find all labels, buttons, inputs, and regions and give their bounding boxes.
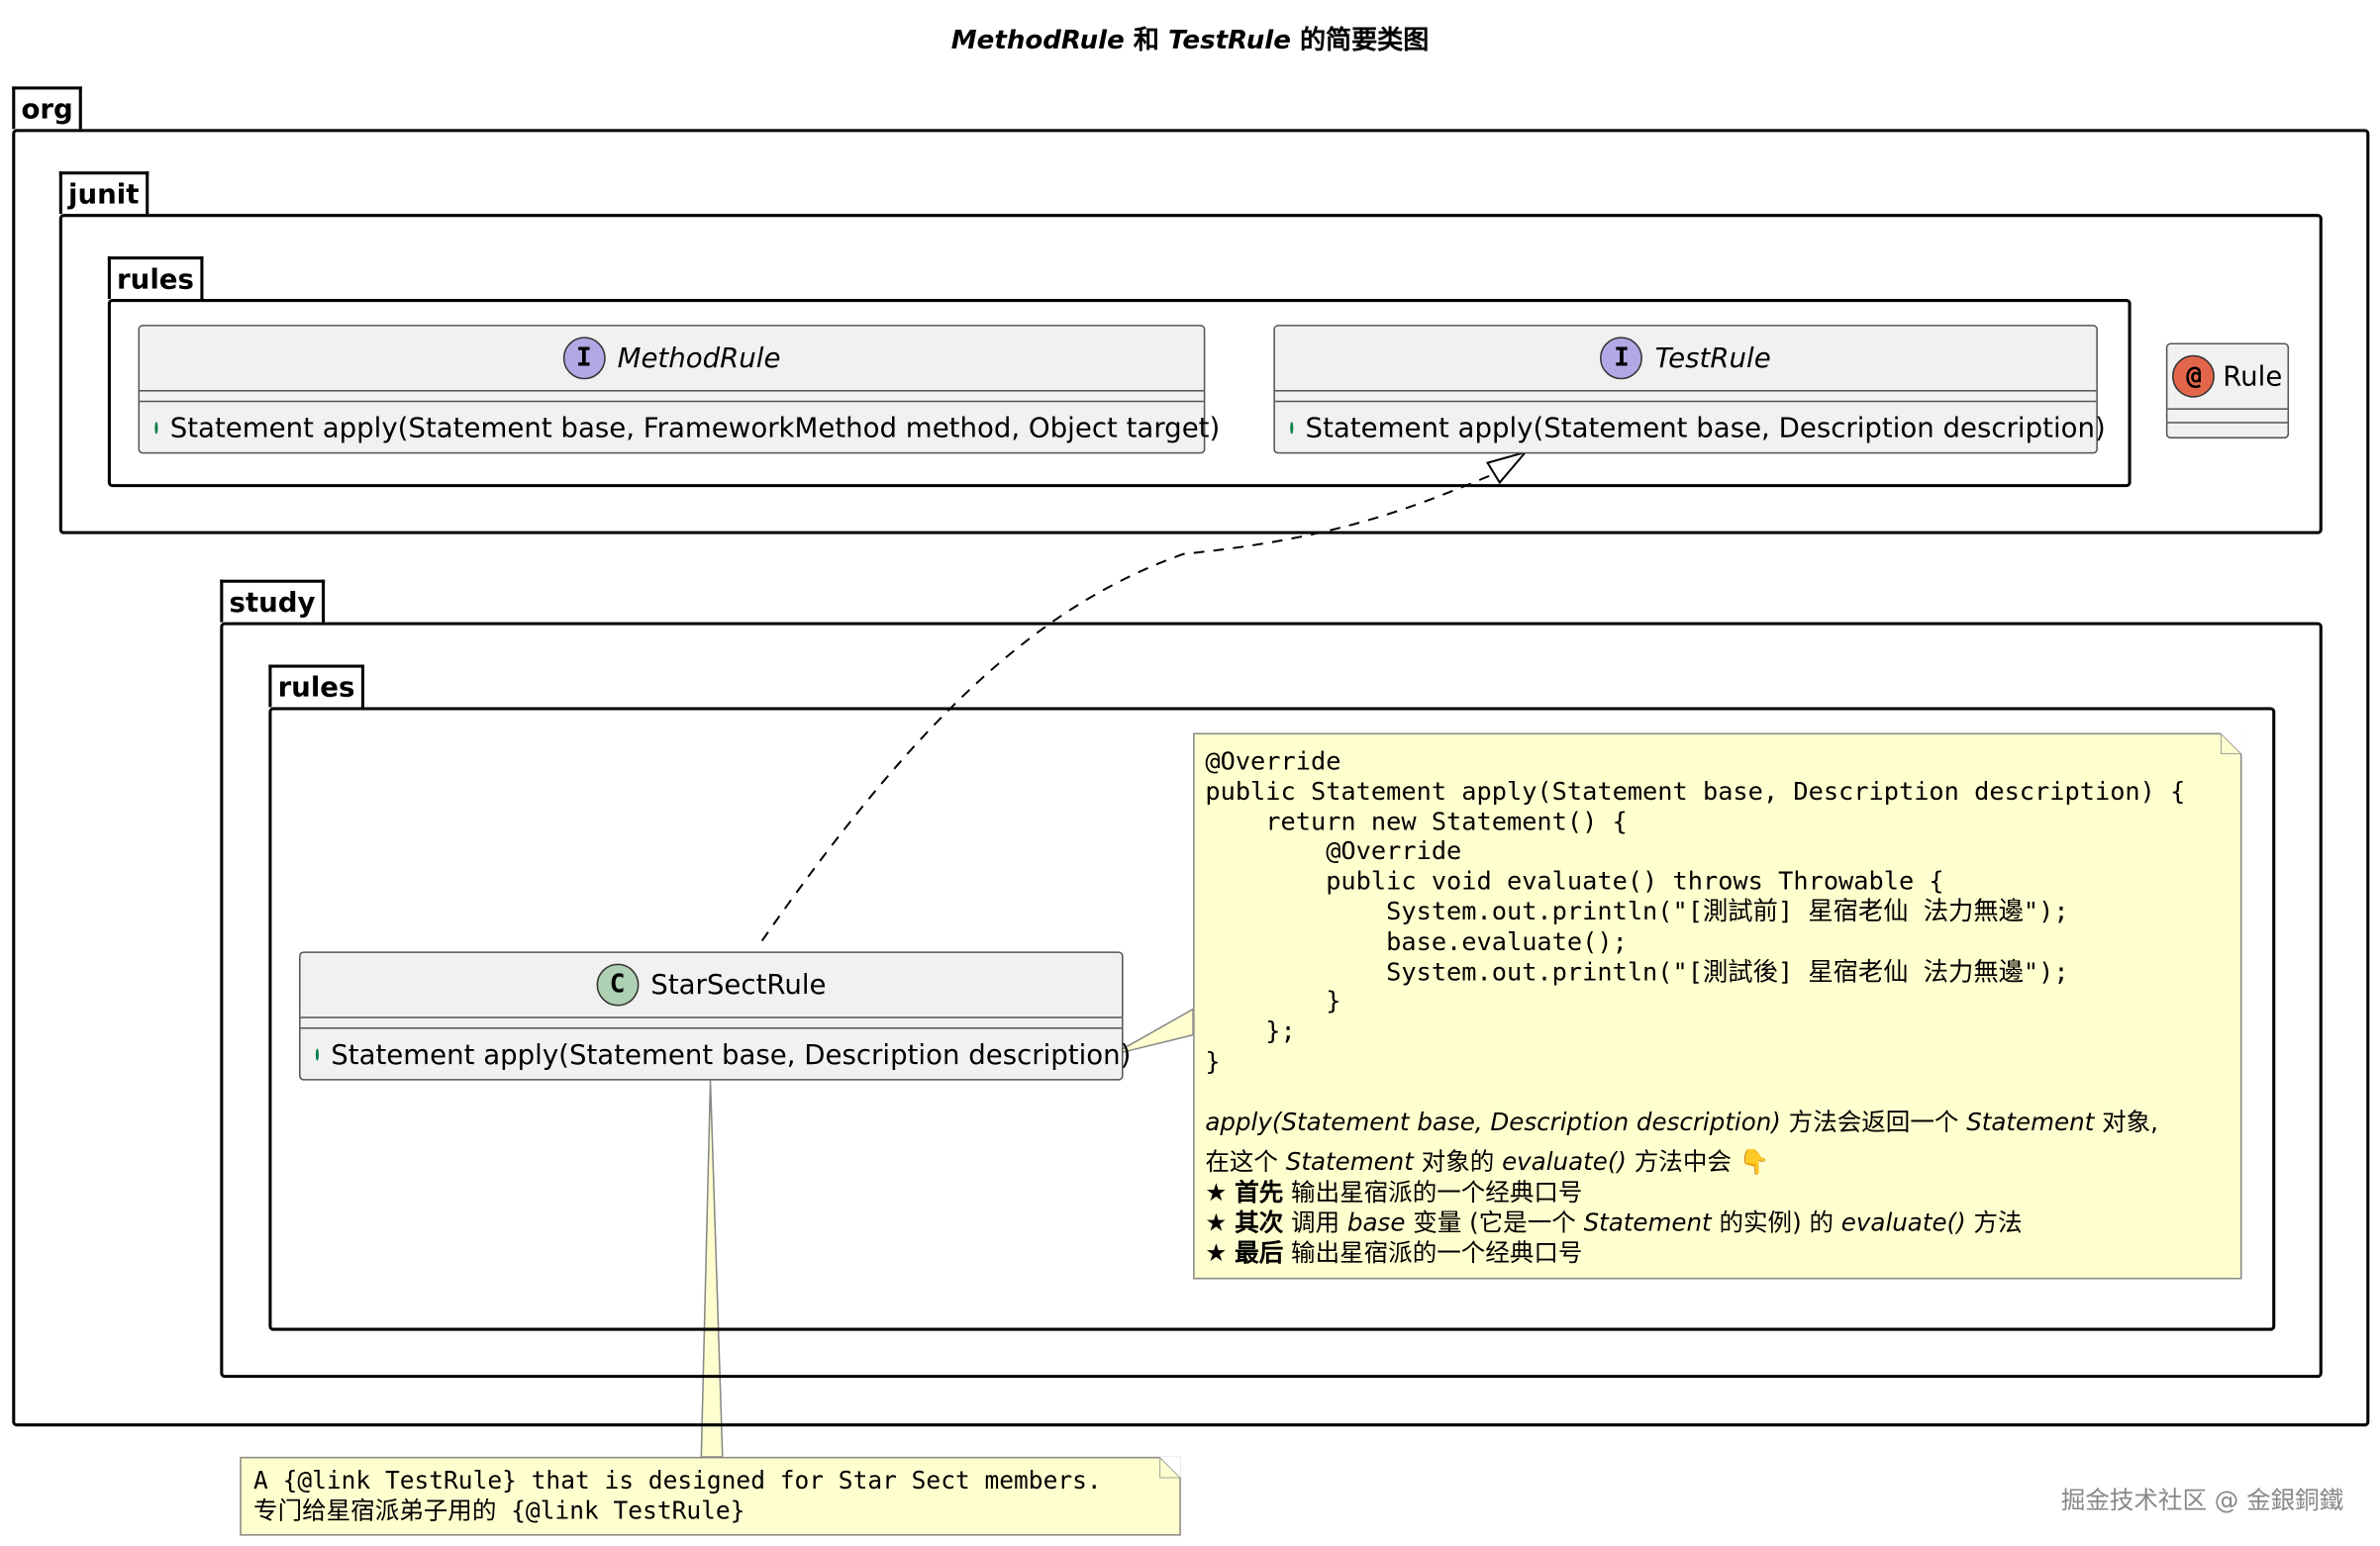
annotation-rule-header: @ Rule	[2167, 344, 2287, 408]
note-text: Statement	[1285, 1146, 1414, 1176]
package-org-label: org	[21, 94, 73, 127]
note-text: 变量 (它是一个	[1405, 1208, 1584, 1237]
class-test-rule[interactable]: I TestRule Statement apply(Statement bas…	[1273, 325, 2106, 454]
public-visibility-icon	[1290, 422, 1294, 435]
package-junit-rules-tab: rules	[107, 256, 204, 300]
star-icon: ★	[1205, 1208, 1236, 1237]
code-note-code: @Override public Statement apply(Stateme…	[1205, 746, 2186, 1076]
note-text: 方法	[1965, 1208, 2023, 1237]
code-note-bullet3: ★ 最后 输出星宿派的一个经典口号	[1205, 1238, 2240, 1269]
note-text: Statement	[1583, 1208, 1712, 1237]
class-spot-icon: C	[596, 963, 640, 1007]
note-corner-fold	[2221, 732, 2242, 755]
bottom-note-line2: 专门给星宿派弟子用的 {@link TestRule}	[253, 1496, 745, 1525]
watermark: 掘金技术社区 @ 金銀銅鐵	[2060, 1486, 2344, 1515]
note-text: 在这个	[1205, 1146, 1286, 1176]
note-text: 输出星宿派的一个经典口号	[1283, 1237, 1583, 1267]
note-text: 输出星宿派的一个经典口号	[1283, 1177, 1583, 1207]
note-text: 首先	[1235, 1177, 1284, 1207]
class-method-rule-header: I MethodRule	[140, 327, 1204, 390]
class-divider	[300, 1016, 1123, 1027]
class-divider	[140, 390, 1204, 401]
note-text: apply(Statement base, Description descri…	[1205, 1107, 1781, 1137]
code-note-line2: 在这个 Statement 对象的 evaluate() 方法中会 👇	[1205, 1147, 2240, 1178]
class-test-rule-name: TestRule	[1654, 341, 1771, 374]
bottom-note: A {@link TestRule} that is designed for …	[240, 1456, 1181, 1536]
package-org-tab: org	[12, 86, 83, 130]
diagram-stage: MethodRule 和 TestRule 的简要类图 org junit ru…	[0, 0, 2380, 1546]
note-text: 方法中会	[1626, 1146, 1739, 1176]
interface-spot-icon: I	[562, 337, 606, 380]
public-visibility-icon	[154, 422, 158, 435]
member-signature: Statement apply(Statement base, Descript…	[331, 1038, 1132, 1071]
code-note: @Override public Statement apply(Stateme…	[1193, 732, 2242, 1280]
class-divider	[2167, 422, 2288, 424]
class-test-rule-header: I TestRule	[1275, 327, 2096, 390]
star-icon: ★	[1205, 1237, 1236, 1267]
note-text: 方法会返回一个	[1780, 1107, 1967, 1137]
member-signature: Statement apply(Statement base, Descript…	[1305, 412, 2106, 444]
note-text: base	[1346, 1208, 1406, 1237]
code-note-line1: apply(Statement base, Description descri…	[1205, 1108, 2240, 1138]
note-text: Statement	[1966, 1107, 2095, 1137]
note-text: 的实例) 的	[1711, 1208, 1841, 1237]
class-star-sect-rule-name: StarSectRule	[650, 968, 827, 1002]
bottom-note-line1: A {@link TestRule} that is designed for …	[253, 1466, 1102, 1496]
note-text: 对象的	[1413, 1146, 1503, 1176]
package-junit-tab: junit	[58, 171, 149, 215]
code-note-bullet1: ★ 首先 输出星宿派的一个经典口号	[1205, 1177, 2240, 1208]
note-text: 其次	[1235, 1208, 1284, 1237]
annotation-rule-name: Rule	[2223, 360, 2283, 393]
package-study-tab: study	[220, 579, 325, 623]
class-method-rule-name: MethodRule	[617, 341, 781, 374]
package-study-rules-label: rules	[277, 672, 355, 705]
package-junit-rules-label: rules	[117, 263, 194, 296]
pointing-down-icon: 👇	[1738, 1146, 1770, 1176]
class-method-rule-member: Statement apply(Statement base, Framewor…	[140, 402, 1220, 453]
annotation-rule[interactable]: @ Rule	[2165, 342, 2290, 439]
package-study-rules-tab: rules	[268, 664, 364, 708]
note-text: 最后	[1235, 1237, 1284, 1267]
star-icon: ★	[1205, 1177, 1236, 1207]
annotation-spot-icon: @	[2172, 354, 2216, 398]
member-signature: Statement apply(Statement base, Framewor…	[169, 412, 1221, 444]
note-corner-fold	[1159, 1456, 1181, 1479]
note-text: 调用	[1283, 1208, 1347, 1237]
interface-spot-icon: I	[1600, 337, 1643, 380]
class-star-sect-rule-member: Statement apply(Statement base, Descript…	[301, 1029, 1131, 1081]
note-text: evaluate()	[1840, 1208, 1966, 1237]
class-divider	[1274, 390, 2097, 401]
class-star-sect-rule[interactable]: C StarSectRule Statement apply(Statement…	[299, 951, 1131, 1081]
package-study-label: study	[229, 587, 316, 620]
class-star-sect-rule-header: C StarSectRule	[301, 953, 1122, 1016]
class-divider	[2167, 408, 2288, 422]
note-text: 对象,	[2094, 1107, 2158, 1137]
class-method-rule[interactable]: I MethodRule Statement apply(Statement b…	[138, 325, 1220, 454]
code-note-bullet2: ★ 其次 调用 base 变量 (它是一个 Statement 的实例) 的 e…	[1205, 1208, 2240, 1238]
package-junit-label: junit	[67, 178, 140, 212]
class-test-rule-member: Statement apply(Statement base, Descript…	[1275, 402, 2106, 453]
note-text: evaluate()	[1502, 1146, 1627, 1176]
public-visibility-icon	[315, 1048, 319, 1061]
